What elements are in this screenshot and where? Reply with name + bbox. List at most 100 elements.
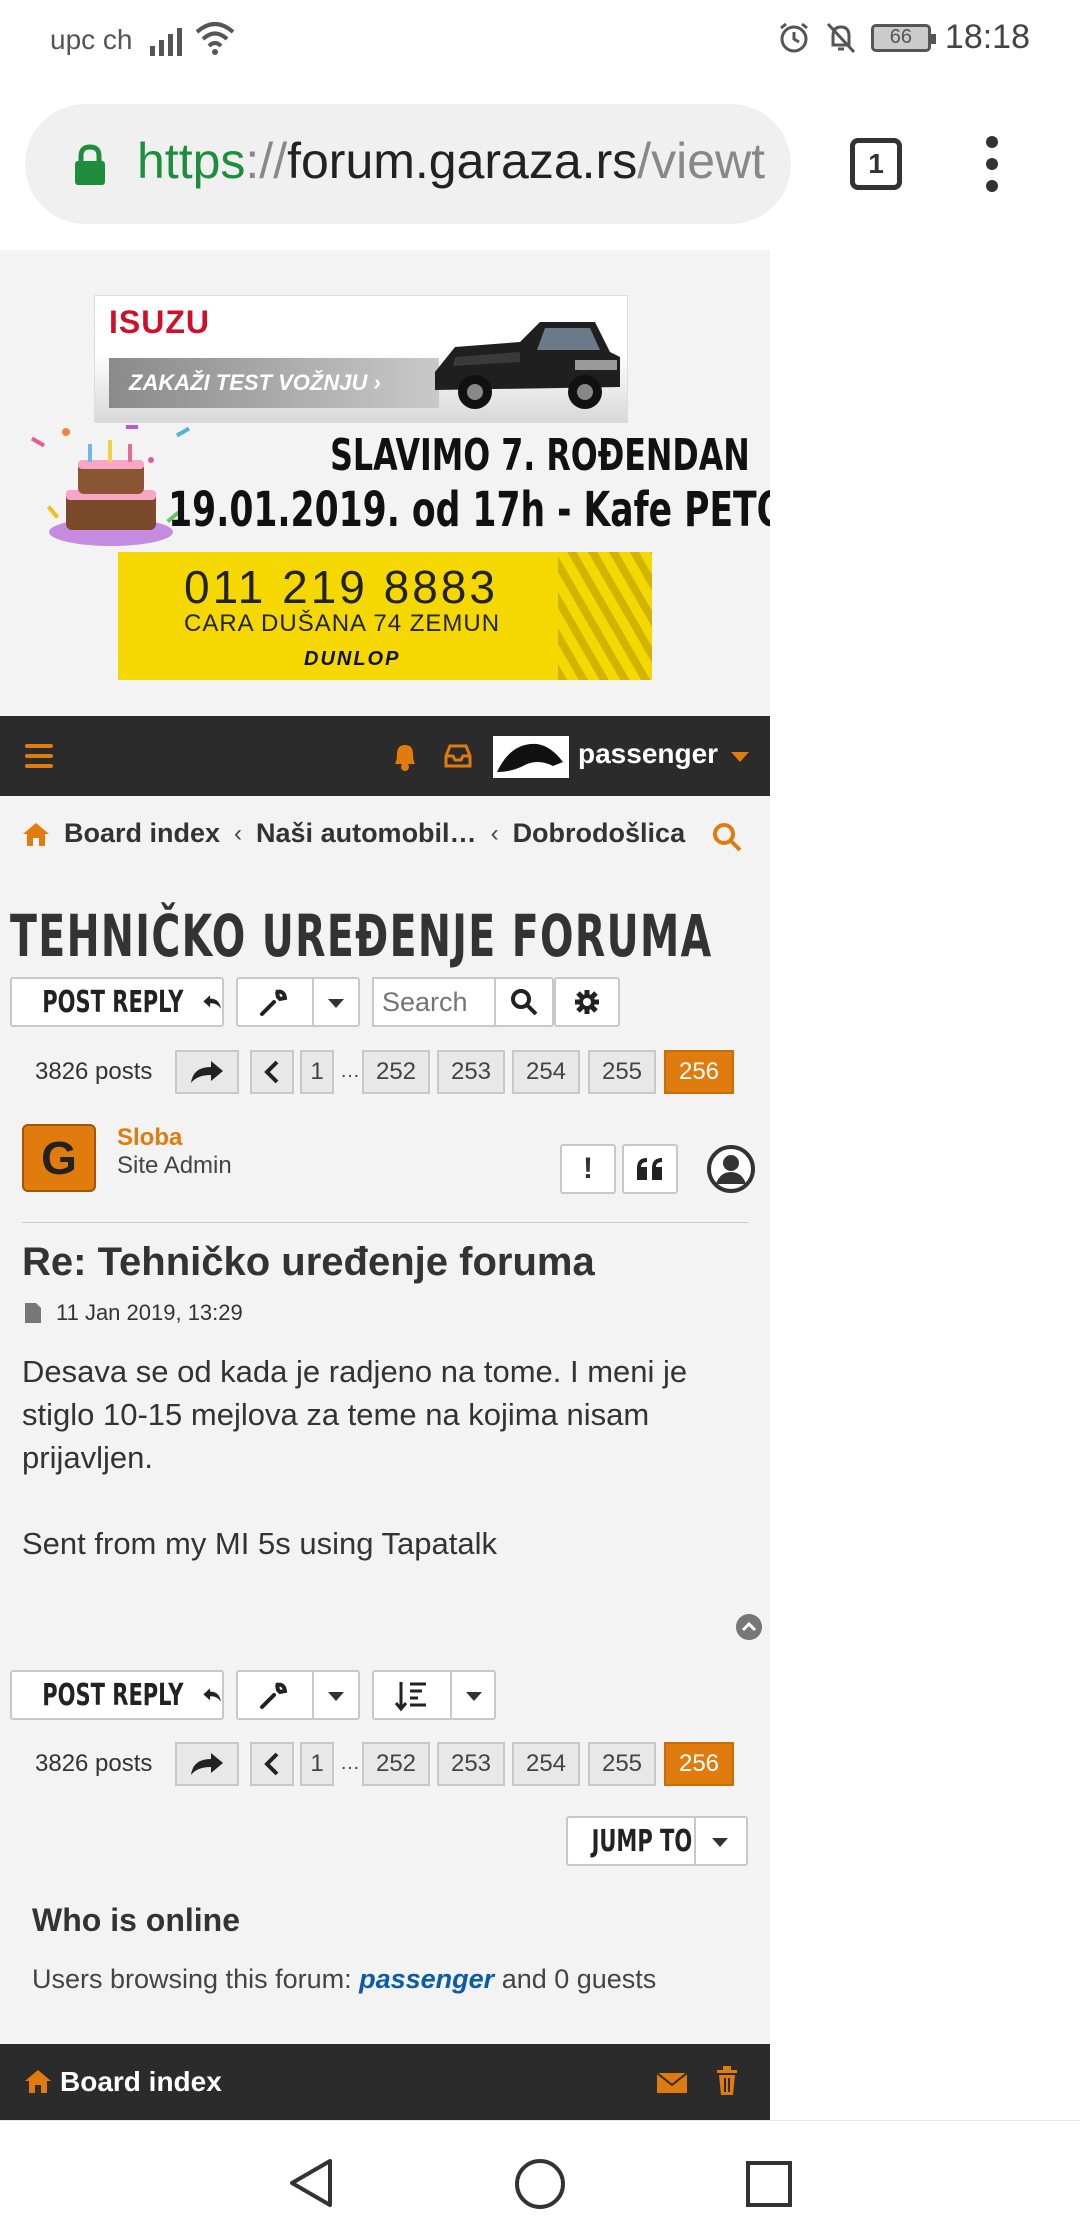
breadcrumb-board-index[interactable]: Board index — [64, 818, 220, 849]
report-button[interactable]: ! — [560, 1144, 616, 1194]
topic-title: TEHNIČKO UREĐENJE FORUMA — [10, 902, 713, 970]
page-link-255[interactable]: 255 — [588, 1050, 656, 1094]
chevron-left-icon — [264, 1752, 279, 1776]
chevron-left-icon — [264, 1060, 279, 1084]
inbox-icon[interactable] — [444, 744, 472, 768]
post-reply-button[interactable]: POST REPLY — [10, 977, 224, 1027]
footer-board-index-link[interactable]: Board index — [60, 2066, 222, 2098]
page-link-252[interactable]: 252 — [362, 1742, 430, 1786]
username-label[interactable]: passenger — [578, 738, 718, 770]
author-rank: Site Admin — [117, 1152, 232, 1179]
tire-tread-decoration — [558, 552, 652, 680]
lock-icon — [75, 144, 105, 185]
page-link-1[interactable]: 1 — [300, 1050, 334, 1094]
page-link-252[interactable]: 252 — [362, 1050, 430, 1094]
page-margin — [770, 250, 1080, 2120]
trash-icon[interactable] — [715, 2066, 739, 2096]
page-link-253[interactable]: 253 — [437, 1050, 505, 1094]
jump-to-button[interactable]: JUMP TO — [566, 1816, 748, 1866]
wifi-icon — [195, 22, 235, 55]
dunlop-address: CARA DUŠANA 74 ZEMUN — [184, 610, 501, 637]
page-link-1[interactable]: 1 — [300, 1742, 334, 1786]
back-nav-icon[interactable] — [288, 2157, 334, 2209]
topic-tools-button-bottom[interactable] — [236, 1670, 360, 1720]
user-menu-chevron-down-icon[interactable] — [731, 752, 749, 762]
mail-icon[interactable] — [656, 2072, 688, 2094]
page-footer: Board index — [0, 2044, 770, 2120]
reply-arrow-icon — [203, 995, 221, 1009]
browser-menu-icon[interactable] — [986, 136, 998, 192]
page-link-254[interactable]: 254 — [512, 1050, 580, 1094]
author-avatar[interactable]: G — [22, 1124, 96, 1192]
mute-bell-icon — [826, 22, 856, 53]
post-subject: Re: Tehničko uređenje foruma — [22, 1240, 595, 1284]
share-arrow-icon — [191, 1753, 223, 1775]
previous-page-button[interactable] — [250, 1742, 294, 1786]
pagination-ellipsis: … — [340, 1060, 360, 1082]
topic-tools-button[interactable] — [236, 977, 360, 1027]
search-icon — [511, 989, 538, 1016]
who-is-online-title: Who is online — [32, 1902, 240, 1938]
breadcrumb-separator: ‹ — [490, 819, 499, 847]
test-drive-cta: ZAKAŽI TEST VOŽNJU › — [109, 358, 439, 408]
forum-page: ISUZU ZAKAŽI TEST VOŽNJU › SLAVIMO 7. RO… — [0, 250, 770, 2120]
birthday-line-1: SLAVIMO 7. ROĐENDAN — [330, 430, 750, 481]
page-link-255[interactable]: 255 — [588, 1742, 656, 1786]
previous-page-button[interactable] — [250, 1050, 294, 1094]
sort-icon — [394, 1682, 426, 1712]
profile-icon[interactable] — [706, 1144, 756, 1194]
tab-switcher-button[interactable]: 1 — [850, 138, 902, 190]
jump-to-page-button[interactable] — [175, 1742, 239, 1786]
status-bar: upc ch 66 18:18 — [0, 0, 1080, 80]
search-icon[interactable] — [712, 822, 742, 852]
post-reply-button-bottom[interactable]: POST REPLY — [10, 1670, 224, 1720]
url-bar[interactable]: https://forum.garaza.rs/viewt — [25, 104, 791, 224]
post-signature: Sent from my MI 5s using Tapatalk — [22, 1526, 497, 1561]
author-name[interactable]: Sloba — [117, 1124, 182, 1152]
signal-icon — [150, 22, 182, 56]
page-link-253[interactable]: 253 — [437, 1742, 505, 1786]
page-link-254[interactable]: 254 — [512, 1742, 580, 1786]
browser-toolbar: https://forum.garaza.rs/viewt 1 — [0, 80, 1080, 250]
file-icon — [25, 1303, 41, 1323]
share-arrow-icon — [191, 1061, 223, 1083]
search-button[interactable] — [494, 977, 554, 1027]
page-link-current[interactable]: 256 — [664, 1742, 734, 1786]
alarm-icon — [779, 22, 808, 52]
quote-button[interactable] — [622, 1144, 678, 1194]
pickup-truck-image — [435, 322, 620, 409]
birthday-announcement: SLAVIMO 7. ROĐENDAN 19.01.2019. od 17h -… — [168, 430, 770, 538]
url-text[interactable]: https://forum.garaza.rs/viewt — [137, 132, 765, 190]
sort-options-button[interactable] — [372, 1670, 496, 1720]
recents-nav-icon[interactable] — [746, 2161, 792, 2207]
birthday-line-2: 19.01.2019. od 17h - Kafe PETOŠEVIĆ — [168, 482, 770, 538]
home-nav-icon[interactable] — [514, 2158, 566, 2210]
dunlop-phone: 011 219 8883 — [184, 561, 498, 613]
home-icon — [23, 822, 49, 846]
chevron-down-icon — [328, 999, 344, 1008]
isuzu-banner[interactable]: ISUZU ZAKAŽI TEST VOŽNJU › — [94, 295, 628, 423]
topic-search-input[interactable] — [372, 977, 496, 1027]
posts-count: 3826 posts — [35, 1750, 153, 1777]
battery-icon: 66 — [870, 23, 936, 52]
dunlop-banner[interactable]: 011 219 8883 CARA DUŠANA 74 ZEMUN DUNLOP — [118, 552, 652, 680]
post-body-paragraph: Desava se od kada je radjeno na tome. I … — [22, 1354, 688, 1475]
pagination-ellipsis: … — [340, 1752, 360, 1774]
system-nav-bar — [0, 2120, 1080, 2240]
breadcrumb-separator: ‹ — [234, 819, 243, 847]
chevron-down-icon — [466, 1692, 482, 1701]
who-is-online-text: Users browsing this forum: passenger and… — [32, 1964, 657, 1994]
user-avatar[interactable] — [493, 736, 569, 778]
wrench-icon — [260, 1682, 288, 1709]
advanced-search-button[interactable] — [554, 977, 620, 1027]
notifications-bell-icon[interactable] — [391, 740, 419, 772]
page-link-current[interactable]: 256 — [664, 1050, 734, 1094]
breadcrumb-subforum[interactable]: Dobrodošlica — [513, 818, 686, 849]
breadcrumb-forum[interactable]: Naši automobil… — [256, 818, 477, 849]
jump-to-page-button[interactable] — [175, 1050, 239, 1094]
back-to-top-icon[interactable] — [736, 1614, 762, 1640]
post-body: Desava se od kada je radjeno na tome. I … — [22, 1350, 742, 1565]
hamburger-menu-icon[interactable] — [25, 744, 53, 768]
breadcrumb: Board index ‹ Naši automobil… ‹ Dobrodoš… — [22, 818, 685, 849]
online-user-link[interactable]: passenger — [359, 1964, 494, 1994]
